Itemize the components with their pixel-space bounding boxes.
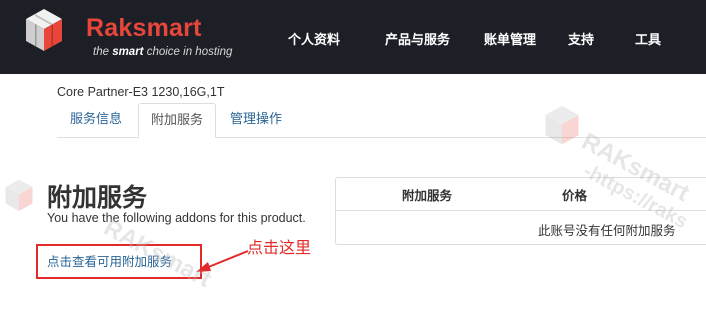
nav-billing[interactable]: 账单管理 — [484, 29, 536, 48]
table-header-addon: 附加服务 — [402, 188, 453, 203]
annotation-text: 点击这里 — [247, 238, 312, 257]
main-nav: 个人资料 产品与服务 账单管理 支持 工具 — [0, 29, 706, 49]
top-navbar: Raksmart the smart choice in hosting 个人资… — [0, 0, 706, 74]
tab-addons[interactable]: 附加服务 — [138, 103, 217, 138]
addons-description: You have the following addons for this p… — [47, 211, 306, 225]
nav-products-services[interactable]: 产品与服务 — [385, 29, 450, 48]
tab-service-info[interactable]: 服务信息 — [58, 103, 134, 138]
nav-profile[interactable]: 个人资料 — [288, 29, 340, 48]
table-header-price: 价格 — [562, 188, 588, 203]
watermark-logo-icon — [5, 179, 33, 211]
addons-heading: 附加服务 — [47, 183, 148, 212]
nav-support[interactable]: 支持 — [568, 29, 594, 48]
watermark-logo-icon — [545, 105, 579, 145]
table-empty-message: 此账号没有任何附加服务 — [538, 223, 676, 238]
nav-tools[interactable]: 工具 — [635, 29, 661, 48]
product-name: Core Partner-E3 1230,16G,1T — [57, 85, 225, 99]
tab-management[interactable]: 管理操作 — [218, 103, 294, 138]
